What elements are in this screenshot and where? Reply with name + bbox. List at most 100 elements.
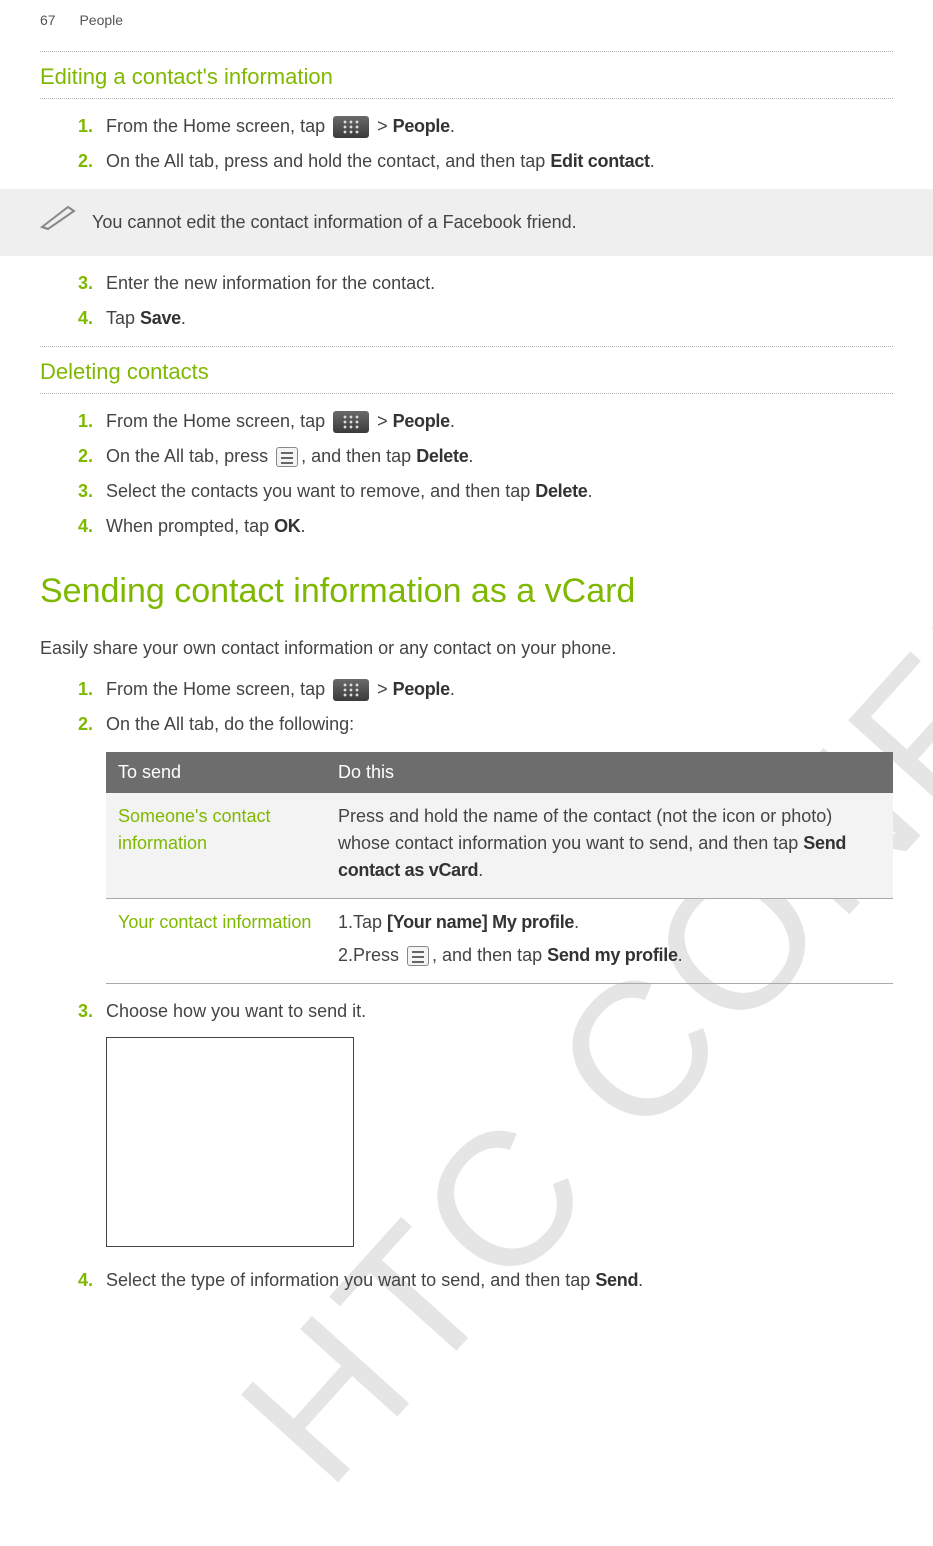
steps-editing-cont: 3. Enter the new information for the con… [78,270,893,332]
text: > [372,679,393,699]
text-bold: Send [595,1270,638,1290]
text: Choose how you want to send it. [106,1001,366,1021]
text: > [372,411,393,431]
text: Tap [353,912,387,932]
step-body: Enter the new information for the contac… [106,270,893,297]
table-row: Someone's contact information Press and … [106,793,893,899]
step: 4. Select the type of information you wa… [78,1267,893,1294]
subheading-editing: Editing a contact's information [40,58,893,94]
heading-vcard: Sending contact information as a vCard [40,566,893,617]
step: 2. On the All tab, press and hold the co… [78,148,893,175]
steps-editing: 1. From the Home screen, tap > People. 2… [78,113,893,175]
page-content: 67 People Editing a contact's informatio… [0,0,933,1294]
step-body: From the Home screen, tap > People. [106,676,893,703]
text: > [372,116,393,136]
step-number: 4. [78,305,106,332]
table-cell-label: Your contact information [106,899,326,984]
step-number: 2. [78,711,106,738]
text: When prompted, tap [106,516,274,536]
text-bold: Send my profile [547,945,678,965]
step-number: 1. [78,113,106,140]
nested-step: 1. Tap [Your name] My profile. [338,909,881,936]
step-body: On the All tab, press , and then tap Del… [106,443,893,470]
table-cell: 1. Tap [Your name] My profile. 2. Press … [326,899,893,984]
text: . [478,860,483,880]
text-bold: People [393,116,450,136]
table-cell: Press and hold the name of the contact (… [326,793,893,899]
steps-vcard: 1. From the Home screen, tap > People. 2… [78,676,893,1294]
text: . [450,411,455,431]
apps-grid-icon [333,116,369,138]
text: . [181,308,186,328]
step: 3. Enter the new information for the con… [78,270,893,297]
text: Tap [106,308,140,328]
step-body: Select the type of information you want … [106,1267,893,1294]
text-bold: People [393,411,450,431]
table-row: Your contact information 1. Tap [Your na… [106,899,893,984]
text-bold: Save [140,308,181,328]
text: Tap [Your name] My profile. [353,909,579,936]
pen-icon [40,203,78,242]
step-number: 2. [78,443,106,470]
text: , and then tap [301,446,416,466]
vcard-table: To send Do this Someone's contact inform… [106,752,893,984]
page-number: 67 [40,12,56,28]
text: From the Home screen, tap [106,679,330,699]
text: From the Home screen, tap [106,411,330,431]
step-body: When prompted, tap OK. [106,513,893,540]
text: Press , and then tap Send my profile. [353,942,683,969]
step-body: On the All tab, press and hold the conta… [106,148,893,175]
step: 2. On the All tab, press , and then tap … [78,443,893,470]
screenshot-placeholder [106,1037,354,1247]
text: , and then tap [432,945,547,965]
step-number: 3. [78,998,106,1025]
divider [40,98,893,99]
text: . [650,151,655,171]
text: On the All tab, press and hold the conta… [106,151,550,171]
text: On the All tab, do the following: [106,714,354,734]
divider [40,393,893,394]
text-bold: OK [274,516,300,536]
step-body: On the All tab, do the following: To sen… [106,711,893,990]
text: On the All tab, press [106,446,273,466]
step: 3. Select the contacts you want to remov… [78,478,893,505]
step-number: 3. [78,478,106,505]
divider [40,346,893,347]
step-number: 1. [78,408,106,435]
table-header: To send [106,752,326,793]
text: . [638,1270,643,1290]
step-number: 3. [78,270,106,297]
text: . [588,481,593,501]
subheading-deleting: Deleting contacts [40,353,893,389]
text: Select the type of information you want … [106,1270,595,1290]
divider [40,51,893,52]
section-name: People [79,12,123,28]
step: 1. From the Home screen, tap > People. [78,408,893,435]
step: 1. From the Home screen, tap > People. [78,676,893,703]
text: Select the contacts you want to remove, … [106,481,535,501]
intro-text: Easily share your own contact informatio… [40,635,855,662]
apps-grid-icon [333,411,369,433]
step-number: 4. [78,513,106,540]
text-bold: People [393,679,450,699]
table-cell-label: Someone's contact information [106,793,326,899]
page-header: 67 People [40,10,893,47]
text: From the Home screen, tap [106,116,330,136]
steps-deleting: 1. From the Home screen, tap > People. 2… [78,408,893,540]
nested-number: 1. [338,909,353,936]
note-box: You cannot edit the contact information … [0,189,933,256]
step: 4. When prompted, tap OK. [78,513,893,540]
step: 4. Tap Save. [78,305,893,332]
text: . [450,679,455,699]
text: . [468,446,473,466]
text: Press and hold the name of the contact (… [338,806,832,853]
step-body: Select the contacts you want to remove, … [106,478,893,505]
table-header-row: To send Do this [106,752,893,793]
table-header: Do this [326,752,893,793]
text-bold: Delete [535,481,587,501]
text: . [678,945,683,965]
step: 1. From the Home screen, tap > People. [78,113,893,140]
step-body: Tap Save. [106,305,893,332]
apps-grid-icon [333,679,369,701]
step-number: 1. [78,676,106,703]
